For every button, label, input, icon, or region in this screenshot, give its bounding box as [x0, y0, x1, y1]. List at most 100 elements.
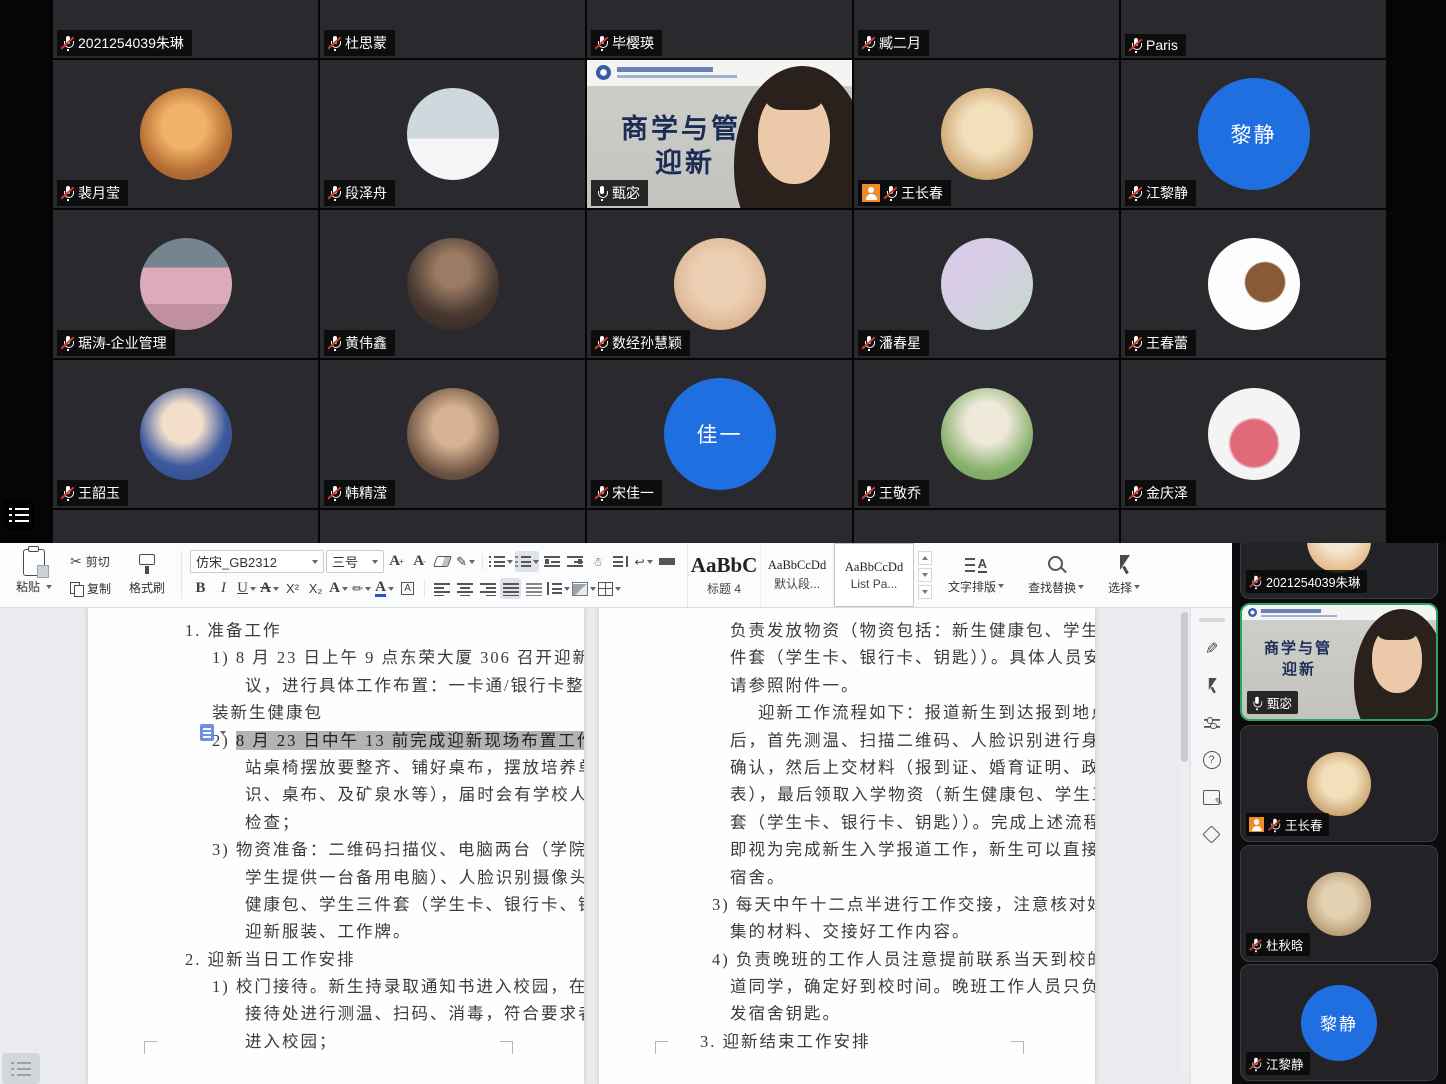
paste-options-margin-button[interactable]	[200, 724, 226, 741]
eraser-icon	[433, 556, 452, 567]
participant-tile[interactable]: 王韶玉	[53, 360, 318, 508]
wps-ribbon: 粘贴 ✂剪切 复制 格式刷 仿宋_GB2312 三号 A+ A- ✎	[0, 543, 1232, 608]
copy-button[interactable]: 复制	[66, 578, 115, 599]
character-scale-button[interactable]: ☃︎	[587, 551, 608, 572]
participant-tile-speaker[interactable]: 商学与管 迎新 甄宓	[587, 60, 852, 208]
participant-tile[interactable]: 黎静 江黎静	[1121, 60, 1386, 208]
highlight-button[interactable]: ✏	[351, 578, 372, 599]
participant-tile[interactable]: 琚涛-企业管理	[53, 210, 318, 358]
sliders-icon	[1204, 717, 1220, 729]
style-default-paragraph[interactable]: AaBbCcDd 默认段...	[761, 543, 834, 607]
annotate-pen-button[interactable]: ✎	[1202, 639, 1222, 659]
gallery-expand-button[interactable]	[918, 585, 932, 599]
sidebar-tile[interactable]: 黎静 江黎静	[1240, 964, 1438, 1081]
select-label: 选择	[1108, 579, 1132, 596]
distribute-button[interactable]	[523, 578, 544, 599]
separator	[181, 551, 182, 599]
sidebar-tile[interactable]: 杜秋晗	[1240, 845, 1438, 962]
superscript-button[interactable]: X²	[282, 578, 303, 599]
participant-tile[interactable]: 段泽舟	[320, 60, 585, 208]
underline-button[interactable]: U	[236, 578, 257, 599]
document-page-2[interactable]: 负责发放物资（物资包括：新生健康包、学生三 件套（学生卡、银行卡、钥匙））。具体…	[599, 608, 1095, 1084]
participant-tile[interactable]: 金庆泽	[1121, 360, 1386, 508]
font-color-button[interactable]: A	[374, 578, 395, 599]
university-logo-icon	[596, 65, 611, 80]
font-name-select[interactable]: 仿宋_GB2312	[190, 550, 324, 573]
justify-button[interactable]	[500, 578, 521, 599]
sort-button[interactable]	[610, 551, 631, 572]
style-list-paragraph[interactable]: AaBbCcDd List Pa...	[834, 543, 914, 607]
decrease-font-button[interactable]: A-	[409, 551, 430, 572]
doc-line: 即视为完成新生入学报道工作，新生可以直接回	[599, 836, 1095, 863]
participant-list-button[interactable]	[4, 500, 34, 530]
char-border-button[interactable]: A	[397, 578, 418, 599]
name-plate: 潘春星	[858, 330, 929, 356]
show-marks-button[interactable]: ↩	[633, 551, 654, 572]
clear-format-button[interactable]	[432, 551, 453, 572]
participant-tile[interactable]: 臧二月	[854, 0, 1119, 58]
participant-tile[interactable]: 数经孙慧颖	[587, 210, 852, 358]
doc-line: 4) 负责晚班的工作人员注意提前联系当天到校的报	[599, 946, 1095, 973]
text-layout-button[interactable]: 文字排版	[936, 543, 1016, 607]
sidebar-tile-speaker[interactable]: 商学与管 迎新 甄宓	[1240, 603, 1438, 721]
pen-icon: ✎	[456, 554, 467, 570]
select-button[interactable]: 选择	[1096, 543, 1152, 607]
participant-tile[interactable]: 潘春星	[854, 210, 1119, 358]
participant-tile[interactable]: 黄伟鑫	[320, 210, 585, 358]
feedback-button[interactable]	[1202, 787, 1222, 807]
ruler-button[interactable]	[656, 551, 677, 572]
drag-handle[interactable]	[1199, 618, 1225, 622]
avatar	[1208, 238, 1300, 330]
cut-button[interactable]: ✂剪切	[66, 551, 115, 572]
borders-button[interactable]	[598, 578, 621, 599]
increase-font-button[interactable]: A+	[386, 551, 407, 572]
scroll-up-button[interactable]	[918, 551, 932, 565]
sidebar-tile[interactable]: 王长春	[1240, 725, 1438, 842]
select-cursor-button[interactable]	[1202, 676, 1222, 696]
chevron-down-icon	[647, 560, 653, 564]
participant-tile[interactable]: 2021254039朱琳	[53, 0, 318, 58]
style-heading4[interactable]: AaBbC 标题 4	[688, 543, 761, 607]
participant-tile[interactable]: 王春蕾	[1121, 210, 1386, 358]
decrease-indent-button[interactable]	[541, 551, 562, 572]
participant-tile[interactable]: 王长春	[854, 60, 1119, 208]
strike-button[interactable]: A	[259, 578, 280, 599]
location-button[interactable]	[1202, 824, 1222, 844]
bullet-list-button[interactable]	[489, 551, 513, 572]
find-replace-button[interactable]: 查找替换	[1016, 543, 1096, 607]
participant-tile[interactable]: 杜思蒙	[320, 0, 585, 58]
bottom-list-button[interactable]	[2, 1053, 40, 1084]
document-scrollbar[interactable]	[1181, 612, 1188, 1078]
align-center-button[interactable]	[454, 578, 475, 599]
doc-line: 站桌椅摆放要整齐、铺好桌布，摆放培养单位标	[88, 754, 584, 781]
participant-tile[interactable]: 佳一 宋佳一	[587, 360, 852, 508]
shading-button[interactable]	[572, 578, 596, 599]
participant-tile[interactable]: 毕樱瑛	[587, 0, 852, 58]
char-effect-button[interactable]: A	[328, 578, 349, 599]
scrollbar-thumb[interactable]	[1181, 612, 1188, 762]
paste-button[interactable]: 粘贴	[0, 543, 62, 607]
italic-button[interactable]: I	[213, 578, 234, 599]
line-spacing-button[interactable]	[546, 578, 570, 599]
scroll-down-button[interactable]	[918, 568, 932, 582]
numbered-list-button[interactable]	[515, 551, 539, 572]
document-canvas[interactable]: 1. 准备工作 1) 8 月 23 日上午 9 点东荣大厦 306 召开迎新工作…	[0, 608, 1190, 1084]
subscript-button[interactable]: X₂	[305, 578, 326, 599]
chevron-down-icon	[590, 587, 596, 591]
document-page-1[interactable]: 1. 准备工作 1) 8 月 23 日上午 9 点东荣大厦 306 召开迎新工作…	[88, 608, 584, 1084]
align-left-button[interactable]	[431, 578, 452, 599]
participant-tile[interactable]: 王敬乔	[854, 360, 1119, 508]
muted-mic-icon	[61, 185, 74, 201]
help-button[interactable]: ?	[1202, 750, 1222, 770]
participant-tile[interactable]: 裴月莹	[53, 60, 318, 208]
increase-indent-button[interactable]	[564, 551, 585, 572]
participant-tile[interactable]: 韩精滢	[320, 360, 585, 508]
font-size-select[interactable]: 三号	[326, 550, 384, 573]
bold-button[interactable]: B	[190, 578, 211, 599]
participant-tile[interactable]: Paris	[1121, 0, 1386, 58]
sidebar-tile[interactable]: 2021254039朱琳	[1240, 543, 1438, 599]
text-effects-button[interactable]: ✎	[455, 551, 476, 572]
align-right-button[interactable]	[477, 578, 498, 599]
adjust-settings-button[interactable]	[1202, 713, 1222, 733]
format-painter-button[interactable]: 格式刷	[119, 543, 175, 607]
